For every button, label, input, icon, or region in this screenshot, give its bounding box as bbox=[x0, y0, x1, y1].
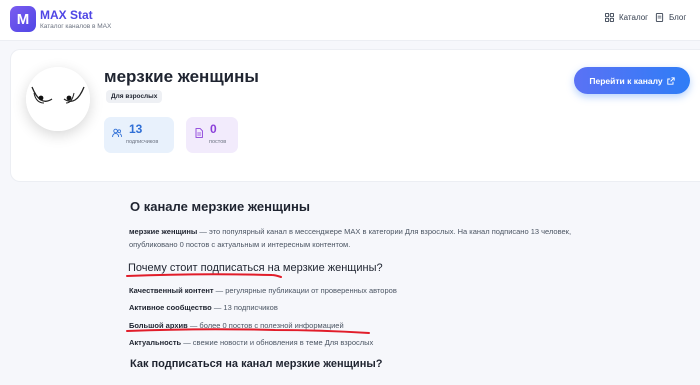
channel-avatar bbox=[26, 67, 90, 131]
feature-bold: Актуальность bbox=[129, 338, 182, 347]
nav-blog-link[interactable]: Блог bbox=[655, 13, 686, 22]
avatar-drawing bbox=[26, 67, 90, 131]
posts-label: постов bbox=[209, 139, 227, 145]
underline-why-subscribe bbox=[126, 273, 282, 278]
posts-count: 0 bbox=[210, 122, 217, 136]
brand-name[interactable]: MAX Stat bbox=[40, 8, 93, 22]
about-intro-bold: мерзкие женщины bbox=[129, 227, 198, 236]
subscribers-count: 13 bbox=[129, 122, 143, 136]
feature-text: — более 0 постов с полезной информацией bbox=[187, 321, 344, 330]
feature-item: Качественный контент — регулярные публик… bbox=[129, 286, 397, 295]
nav-catalog-label: Каталог bbox=[619, 13, 649, 22]
feature-text: — свежие новости и обновления в теме Для… bbox=[181, 338, 374, 347]
feature-bold: Большой архив bbox=[129, 321, 188, 330]
feature-bold: Качественный контент bbox=[129, 286, 214, 295]
go-to-channel-label: Перейти к каналу bbox=[589, 75, 663, 86]
logo[interactable]: M bbox=[10, 6, 36, 32]
feature-item: Актуальность — свежие новости и обновлен… bbox=[129, 338, 373, 347]
feature-text: — регулярные публикации от проверенных а… bbox=[213, 286, 397, 295]
subscribers-stat: 13 подписчиков bbox=[104, 117, 174, 153]
nav-blog-label: Блог bbox=[669, 13, 687, 22]
why-subscribe-heading: Почему стоит подписаться на мерзкие женщ… bbox=[128, 262, 383, 274]
grid-icon bbox=[605, 13, 614, 22]
feature-bold: Активное сообщество bbox=[129, 303, 212, 312]
subscribers-label: подписчиков bbox=[126, 139, 159, 145]
users-icon bbox=[112, 128, 122, 138]
go-to-channel-button[interactable]: Перейти к каналу bbox=[574, 67, 690, 94]
category-badge[interactable]: Для взрослых bbox=[106, 90, 163, 103]
nav-catalog-link[interactable]: Каталог bbox=[605, 13, 648, 22]
about-heading: О канале мерзкие женщины bbox=[130, 199, 310, 214]
feature-item: Активное сообщество — 13 подписчиков bbox=[129, 303, 278, 312]
about-paragraph: мерзкие женщины — это популярный канал в… bbox=[129, 226, 574, 251]
feature-text: — 13 подписчиков bbox=[211, 303, 278, 312]
posts-stat: 0 постов bbox=[186, 117, 238, 153]
feature-item: Большой архив — более 0 постов с полезно… bbox=[129, 321, 344, 330]
brand-subtitle: Каталог каналов в MAX bbox=[40, 23, 112, 30]
channel-title: мерзкие женщины bbox=[104, 67, 259, 86]
how-to-subscribe-heading: Как подписаться на канал мерзкие женщины… bbox=[130, 358, 383, 370]
file-icon bbox=[195, 128, 203, 138]
external-link-icon bbox=[666, 76, 675, 85]
document-icon bbox=[655, 13, 664, 22]
top-navigation-bar bbox=[0, 0, 700, 41]
